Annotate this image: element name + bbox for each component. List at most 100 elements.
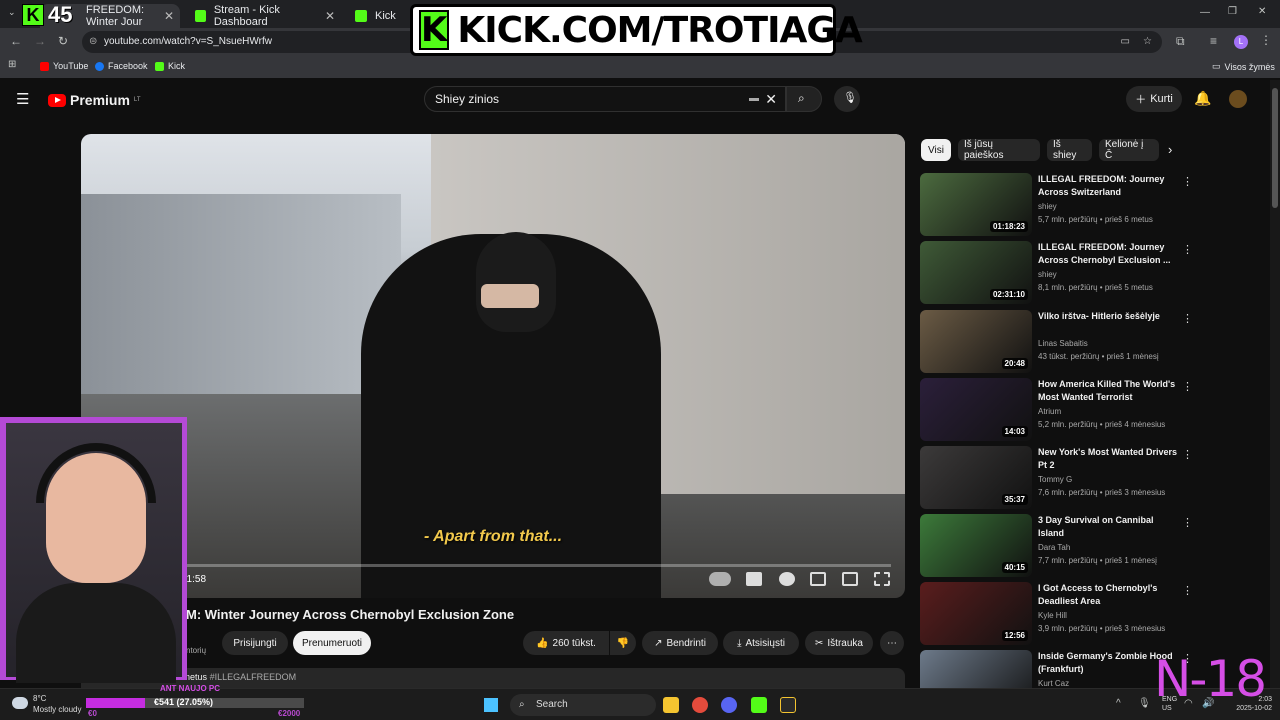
bookmark-star-icon[interactable]: ☆ xyxy=(1143,31,1152,53)
video-title[interactable]: New York's Most Wanted Drivers Pt 2 xyxy=(1038,446,1178,472)
suggested-video[interactable]: 02:31:10 ILLEGAL FREEDOM: Journey Across … xyxy=(920,241,1260,305)
video-title[interactable]: How America Killed The World's Most Want… xyxy=(1038,378,1178,404)
video-thumbnail[interactable]: 20:48 xyxy=(920,310,1032,373)
video-thumbnail[interactable]: 02:31:10 xyxy=(920,241,1032,304)
discord-icon[interactable] xyxy=(721,697,737,713)
forward-icon[interactable]: → xyxy=(34,34,46,48)
chip-from-shiey[interactable]: Iš shiey xyxy=(1047,139,1092,161)
video-player[interactable]: - Apart from that... 51:58 xyxy=(81,134,905,598)
bookmark-kick[interactable]: Kick xyxy=(155,61,185,71)
create-button[interactable]: ＋ Kurti xyxy=(1126,86,1182,112)
join-button[interactable]: Prisijungti xyxy=(222,631,288,655)
video-title[interactable]: ILLEGAL FREEDOM: Journey Across Switzerl… xyxy=(1038,173,1178,199)
search-input[interactable]: Shiey zinios ▬ ✕ xyxy=(424,86,786,112)
weather-widget[interactable]: 8°C Mostly cloudy xyxy=(33,693,81,715)
more-actions-button[interactable]: ⋯ xyxy=(880,631,904,655)
like-button[interactable]: 👍 260 tūkst. xyxy=(523,631,609,655)
tab-kick-dashboard[interactable]: Stream - Kick Dashboard ✕ xyxy=(185,4,345,28)
chevron-right-icon[interactable]: › xyxy=(1168,142,1172,157)
notifications-bell-icon[interactable]: 🔔 xyxy=(1194,90,1211,107)
menu-kebab-icon[interactable]: ⋮ xyxy=(1260,33,1272,47)
video-thumbnail[interactable]: 40:15 xyxy=(920,514,1032,577)
suggested-video[interactable]: 40:15 3 Day Survival on Cannibal Island Da… xyxy=(920,514,1260,578)
settings-gear-icon[interactable] xyxy=(779,572,795,586)
cast-icon[interactable] xyxy=(842,572,858,586)
video-title[interactable]: 3 Day Survival on Cannibal Island xyxy=(1038,514,1178,540)
suggested-video[interactable]: 14:03 How America Killed The World's Most… xyxy=(920,378,1260,442)
tab-list-icon[interactable]: ⌄ xyxy=(8,7,16,18)
fullscreen-icon[interactable] xyxy=(874,572,890,586)
more-options-icon[interactable]: ⋮ xyxy=(1182,175,1193,188)
hashtag-link[interactable]: #ILLEGALFREEDOM xyxy=(210,672,297,682)
miniplayer-icon[interactable] xyxy=(810,572,826,586)
suggested-video[interactable]: 35:37 New York's Most Wanted Drivers Pt 2… xyxy=(920,446,1260,510)
kick-app-icon[interactable] xyxy=(751,697,767,713)
close-tab-icon[interactable]: ✕ xyxy=(164,9,174,23)
autoplay-toggle[interactable] xyxy=(709,572,731,586)
suggested-video[interactable]: 12:56 I Got Access to Chernobyl's Deadlie… xyxy=(920,582,1260,646)
clip-button[interactable]: ✂ Ištrauka xyxy=(805,631,873,655)
cast-icon[interactable]: ▭ xyxy=(1121,31,1130,53)
hamburger-menu-icon[interactable]: ☰ xyxy=(16,90,29,108)
close-tab-icon[interactable]: ✕ xyxy=(325,9,335,23)
account-avatar[interactable] xyxy=(1229,90,1247,108)
more-options-icon[interactable]: ⋮ xyxy=(1182,448,1193,461)
more-options-icon[interactable]: ⋮ xyxy=(1182,584,1193,597)
more-options-icon[interactable]: ⋮ xyxy=(1182,312,1193,325)
tray-chevron-icon[interactable]: ^ xyxy=(1116,698,1121,709)
app-icon[interactable] xyxy=(780,697,796,713)
video-progress-bar[interactable] xyxy=(181,564,891,567)
youtube-logo[interactable]: Premium LT xyxy=(48,92,140,108)
video-title[interactable]: I Got Access to Chernobyl's Deadliest Ar… xyxy=(1038,582,1178,608)
search-button[interactable]: ⌕ xyxy=(786,86,822,112)
video-title[interactable]: ILLEGAL FREEDOM: Journey Across Chernoby… xyxy=(1038,241,1178,267)
channel-name[interactable]: Atrium xyxy=(1038,407,1061,416)
channel-name[interactable]: Kurt Caz xyxy=(1038,679,1069,688)
chip-all[interactable]: Visi xyxy=(921,139,951,161)
windows-start-icon[interactable] xyxy=(484,698,498,712)
tab-kick[interactable]: Kick xyxy=(345,4,405,28)
more-options-icon[interactable]: ⋮ xyxy=(1182,516,1193,529)
extensions-icon[interactable]: ⧉ xyxy=(1176,34,1185,49)
other-bookmarks[interactable]: ▭ Visos žymės xyxy=(1212,61,1275,72)
subscribe-button[interactable]: Prenumeruoti xyxy=(293,631,371,655)
suggested-video[interactable]: 01:18:23 ILLEGAL FREEDOM: Journey Across … xyxy=(920,173,1260,237)
apps-grid-icon[interactable]: ⊞ xyxy=(8,59,16,70)
subtitles-icon[interactable] xyxy=(746,572,762,586)
chip-from-search[interactable]: Iš jūsų paieškos xyxy=(958,139,1040,161)
clear-search-icon[interactable]: ✕ xyxy=(765,87,777,111)
channel-name[interactable]: Kyle Hill xyxy=(1038,611,1067,620)
reload-icon[interactable]: ↻ xyxy=(58,34,68,48)
dislike-button[interactable]: 👎 xyxy=(610,631,636,655)
video-thumbnail[interactable]: 12:56 xyxy=(920,582,1032,645)
page-scrollbar[interactable] xyxy=(1270,80,1280,688)
scrollbar-thumb[interactable] xyxy=(1272,88,1278,208)
profile-avatar[interactable]: L xyxy=(1234,35,1248,49)
channel-name[interactable]: Tommy G xyxy=(1038,475,1072,484)
file-explorer-icon[interactable] xyxy=(663,697,679,713)
video-thumbnail[interactable]: 14:03 xyxy=(920,378,1032,441)
keyboard-icon[interactable]: ▬ xyxy=(749,87,759,111)
back-icon[interactable]: ← xyxy=(10,34,22,48)
voice-search-button[interactable]: 🎙 xyxy=(834,86,860,112)
channel-name[interactable]: Linas Sabaitis xyxy=(1038,339,1088,348)
channel-name[interactable]: shiey xyxy=(1038,270,1057,279)
video-thumbnail[interactable]: 01:18:23 xyxy=(920,173,1032,236)
channel-name[interactable]: Dara Tah xyxy=(1038,543,1070,552)
maximize-icon[interactable]: ❐ xyxy=(1228,6,1237,17)
minimize-icon[interactable]: — xyxy=(1200,7,1210,18)
video-title[interactable]: Vilko irštva- Hitlerio šešėlyje xyxy=(1038,310,1178,323)
download-button[interactable]: ⤓ Atsisiųsti xyxy=(723,631,799,655)
video-thumbnail[interactable]: 35:37 xyxy=(920,446,1032,509)
more-options-icon[interactable]: ⋮ xyxy=(1182,380,1193,393)
taskbar-search[interactable]: ⌕ Search xyxy=(510,694,656,716)
channel-name[interactable]: shiey xyxy=(1038,202,1057,211)
chip-travel[interactable]: Kelionė į Č xyxy=(1099,139,1159,161)
chrome-icon[interactable] xyxy=(692,697,708,713)
close-window-icon[interactable]: ✕ xyxy=(1258,6,1266,17)
mic-tray-icon[interactable]: 🎙 xyxy=(1138,698,1151,709)
more-options-icon[interactable]: ⋮ xyxy=(1182,243,1193,256)
bookmark-facebook[interactable]: Facebook xyxy=(95,61,148,71)
share-button[interactable]: ↗ Bendrinti xyxy=(642,631,718,655)
suggested-video[interactable]: 20:48 Vilko irštva- Hitlerio šešėlyje Lina… xyxy=(920,310,1260,374)
